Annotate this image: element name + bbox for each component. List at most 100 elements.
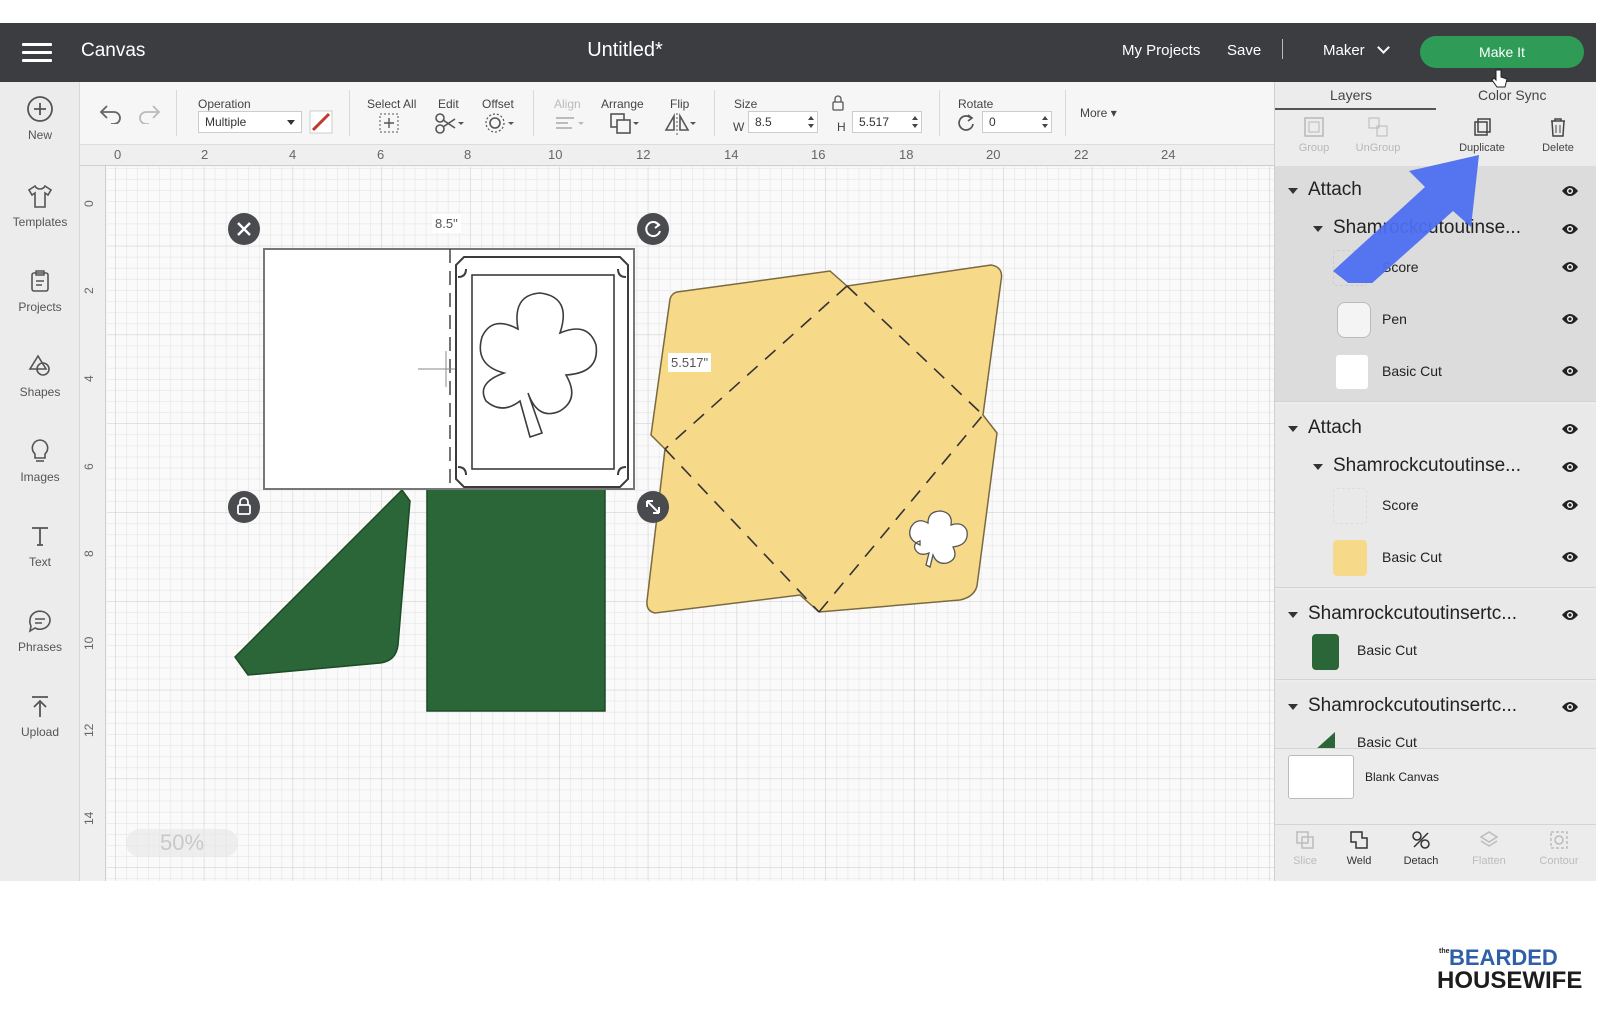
eye-icon[interactable] [1561, 260, 1579, 274]
blank-canvas-label: Blank Canvas [1365, 770, 1440, 784]
contour-button[interactable]: Contour [1529, 829, 1589, 867]
collapse-caret-icon[interactable] [1288, 612, 1298, 618]
stepper-icon[interactable] [1041, 114, 1049, 130]
close-icon [237, 222, 251, 236]
more-menu[interactable]: More ▾ [1080, 106, 1117, 120]
rotate-icon [958, 114, 974, 131]
collapse-caret-icon[interactable] [1313, 464, 1323, 470]
projects-icon [31, 270, 49, 292]
toolbar-divider [176, 90, 177, 136]
slice-button[interactable]: Slice [1275, 829, 1335, 867]
ungroup-icon [1368, 117, 1388, 137]
dropdown-arrow-icon [287, 120, 295, 125]
height-dimension-label: 5.517" [668, 353, 712, 372]
my-projects-link[interactable]: My Projects [1122, 42, 1200, 59]
layer-group[interactable]: Shamrockcutoutinsertc... Basic Cut [1275, 590, 1596, 680]
tab-color-sync[interactable]: Color Sync [1478, 87, 1546, 103]
layer-row[interactable]: Score [1275, 242, 1596, 294]
rotate-label: Rotate [958, 97, 994, 111]
rotate-input[interactable]: 0 [982, 111, 1052, 133]
width-input[interactable]: 8.5 [748, 111, 818, 133]
weld-button[interactable]: Weld [1329, 829, 1389, 867]
lock-handle[interactable] [228, 491, 260, 523]
speech-bubble-icon [28, 610, 51, 633]
delete-button[interactable]: Delete [1527, 112, 1589, 164]
eye-icon[interactable] [1561, 222, 1579, 236]
zoom-control[interactable]: 50% [126, 829, 238, 857]
layer-row[interactable]: Score [1275, 480, 1596, 532]
eye-icon[interactable] [1561, 460, 1579, 474]
layer-row[interactable]: Basic Cut [1275, 532, 1596, 584]
width-dimension-label: 8.5" [432, 214, 461, 233]
eye-icon[interactable] [1561, 550, 1579, 564]
sidebar-item-shapes[interactable]: Shapes [0, 339, 80, 419]
blank-canvas-row[interactable]: Blank Canvas [1275, 748, 1596, 804]
ungroup-button[interactable]: UnGroup [1347, 112, 1409, 164]
duplicate-button[interactable]: Duplicate [1451, 112, 1513, 164]
sidebar-item-phrases[interactable]: Phrases [0, 594, 80, 674]
tab-layers[interactable]: Layers [1330, 87, 1372, 103]
eye-icon[interactable] [1561, 364, 1579, 378]
collapse-caret-icon[interactable] [1288, 704, 1298, 710]
layer-group[interactable]: Attach Shamrockcutoutinse... Score Basic… [1275, 404, 1596, 588]
eye-icon[interactable] [1561, 422, 1579, 436]
select-all-icon[interactable] [374, 110, 408, 136]
sidebar-item-new[interactable]: New [0, 82, 80, 162]
sidebar-item-upload[interactable]: Upload [0, 679, 80, 759]
toolbar-divider [939, 90, 940, 136]
layer-row[interactable]: Basic Cut [1275, 628, 1596, 680]
detach-label: Detach [1403, 855, 1439, 867]
sidebar-item-templates[interactable]: Templates [0, 169, 80, 249]
rotate-icon [645, 221, 661, 238]
delete-handle[interactable] [228, 213, 260, 245]
offset-icon[interactable] [482, 110, 516, 136]
sidebar-label: Images [20, 470, 60, 484]
make-it-button[interactable]: Make It [1420, 36, 1584, 68]
stepper-icon[interactable] [807, 114, 815, 130]
group-button[interactable]: Group [1283, 112, 1345, 164]
resize-handle[interactable] [637, 491, 669, 523]
operation-select[interactable]: Multiple [198, 111, 302, 133]
edit-scissors-icon[interactable] [432, 110, 466, 136]
flatten-button[interactable]: Flatten [1459, 829, 1519, 867]
sidebar-label: Upload [20, 725, 60, 739]
green-triangle-shape [234, 488, 411, 676]
sidebar-item-images[interactable]: Images [0, 424, 80, 504]
flip-icon[interactable] [663, 110, 697, 136]
sidebar-item-text[interactable]: Text [0, 509, 80, 589]
layer-group[interactable]: Attach Shamrockcutoutinse... Score Pen B… [1275, 166, 1596, 402]
collapse-caret-icon[interactable] [1288, 426, 1298, 432]
save-link[interactable]: Save [1227, 42, 1261, 59]
detach-button[interactable]: Detach [1391, 829, 1451, 867]
sidebar-item-projects[interactable]: Projects [0, 254, 80, 334]
lock-icon[interactable] [831, 95, 845, 111]
layer-row[interactable]: Basic Cut [1275, 346, 1596, 398]
height-input[interactable]: 5.517 [852, 111, 922, 133]
eye-icon[interactable] [1561, 498, 1579, 512]
collapse-caret-icon[interactable] [1288, 188, 1298, 194]
stepper-icon[interactable] [911, 114, 919, 130]
collapse-caret-icon[interactable] [1313, 226, 1323, 232]
eye-icon[interactable] [1561, 184, 1579, 198]
operation-label: Operation [198, 97, 251, 111]
score-thumbnail [1333, 250, 1367, 286]
eye-icon[interactable] [1561, 700, 1579, 714]
rotate-handle[interactable] [637, 213, 669, 245]
undo-icon[interactable] [98, 102, 124, 124]
arrange-icon[interactable] [607, 110, 641, 136]
align-icon[interactable] [552, 110, 586, 136]
rotate-value: 0 [989, 115, 996, 129]
slice-label: Slice [1293, 855, 1317, 867]
size-label: Size [734, 97, 758, 111]
white-card-thumbnail [1335, 354, 1369, 390]
machine-selector[interactable]: Maker [1323, 41, 1390, 59]
eye-icon[interactable] [1561, 608, 1579, 622]
redo-icon[interactable] [136, 102, 162, 124]
eye-icon[interactable] [1561, 312, 1579, 326]
linetype-color-swatch-icon[interactable] [309, 110, 333, 134]
logo-housewife: HOUSEWIFE [1437, 967, 1583, 994]
cricut-design-space-window: Canvas Untitled* My Projects Save Maker … [0, 23, 1596, 881]
layer-row[interactable]: Pen [1275, 294, 1596, 346]
blank-canvas-swatch[interactable] [1288, 755, 1354, 799]
design-canvas[interactable]: 0 2 4 6 8 10 12 14 16 18 20 22 24 0 2 4 … [80, 145, 1274, 881]
